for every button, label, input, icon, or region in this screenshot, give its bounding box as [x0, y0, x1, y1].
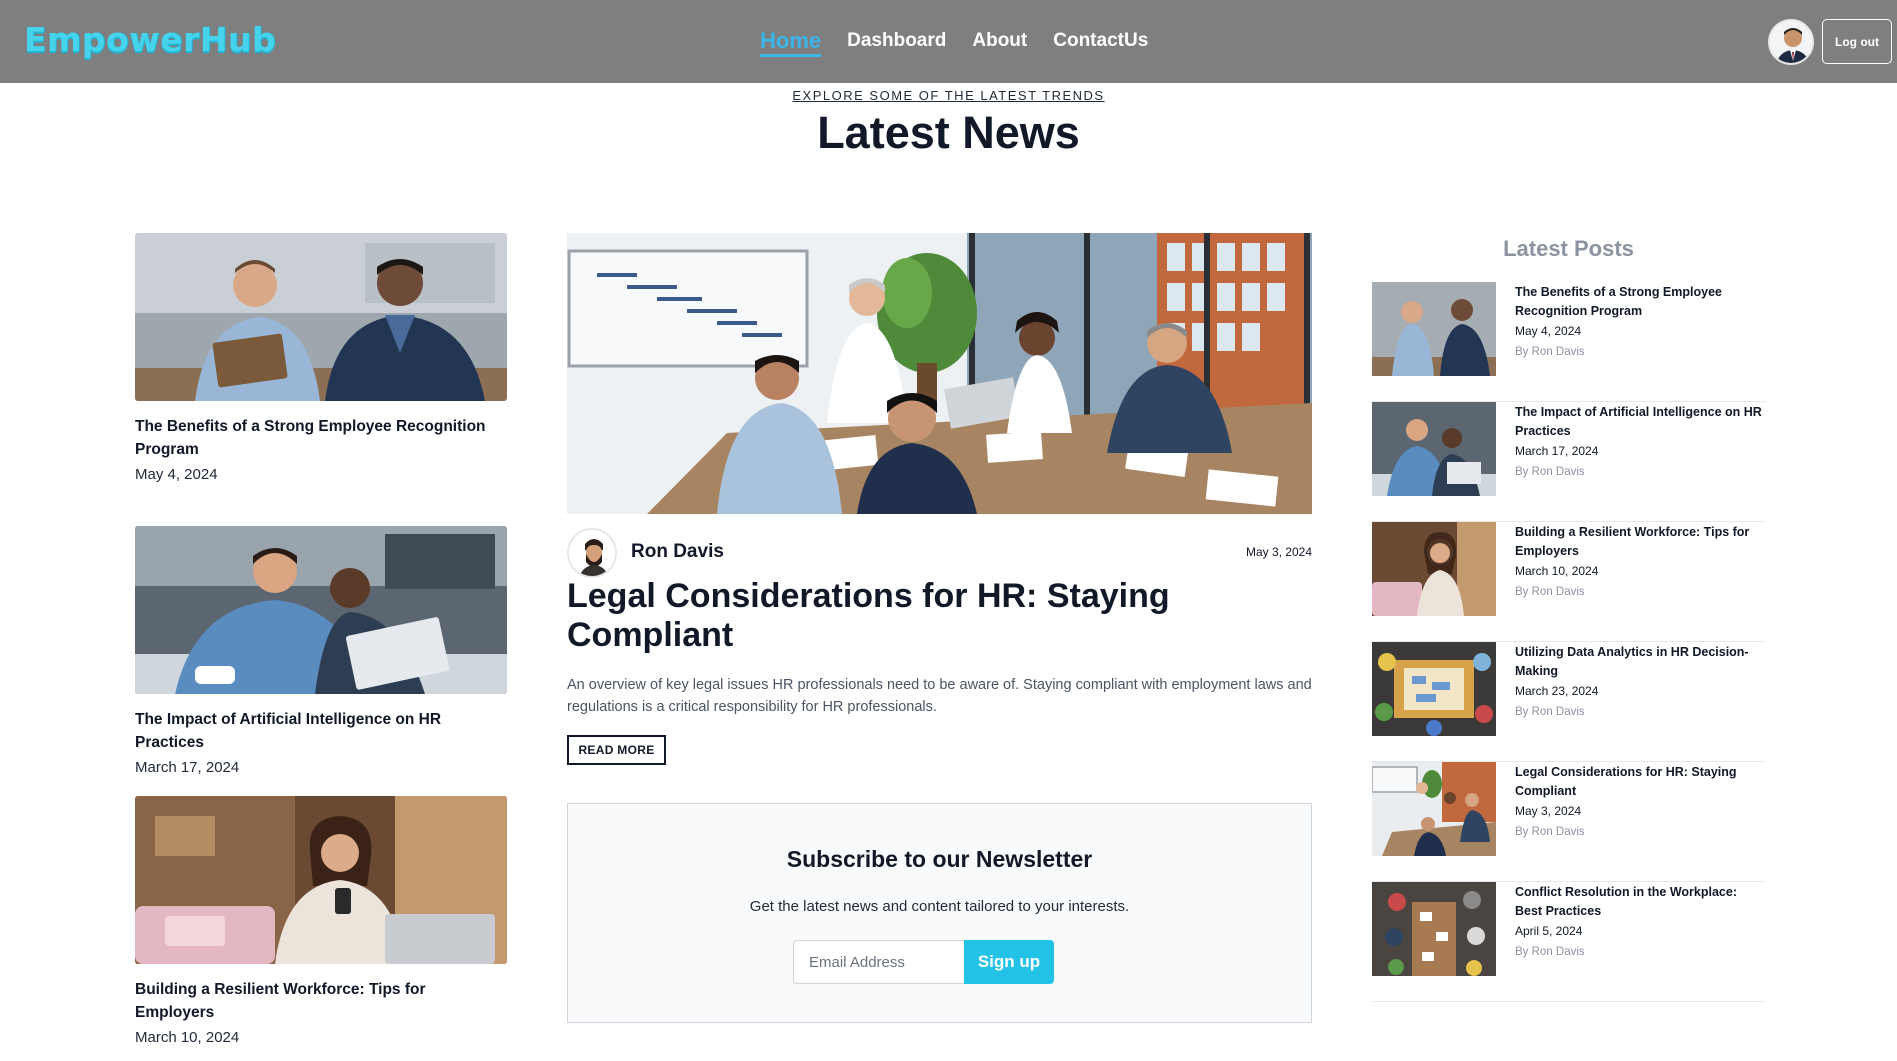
- featured-post-date: May 3, 2024: [1245, 545, 1312, 559]
- article-date: March 17, 2024: [135, 759, 240, 776]
- sidebar-post-author: By Ron Davis: [1515, 586, 1585, 598]
- sidebar-post-author: By Ron Davis: [1515, 946, 1585, 958]
- sidebar-post-thumbnail[interactable]: [1372, 402, 1496, 496]
- user-avatar[interactable]: [1768, 19, 1814, 65]
- article-title[interactable]: Building a Resilient Workforce: Tips for…: [135, 978, 507, 1024]
- sidebar-post-thumbnail[interactable]: [1372, 522, 1496, 616]
- site-logo[interactable]: EmpowerHub: [24, 20, 276, 59]
- sidebar-post: Utilizing Data Analytics in HR Decision-…: [1372, 642, 1765, 762]
- email-input[interactable]: [793, 940, 964, 984]
- sidebar-post-author: By Ron Davis: [1515, 826, 1585, 838]
- sidebar-post-author: By Ron Davis: [1515, 346, 1585, 358]
- sidebar-post-title[interactable]: Legal Considerations for HR: Staying Com…: [1515, 763, 1765, 801]
- sidebar-post-date: May 4, 2024: [1515, 324, 1582, 338]
- read-more-button[interactable]: READ MORE: [567, 735, 666, 765]
- eyebrow-text: EXPLORE SOME OF THE LATEST TRENDS: [792, 88, 1105, 103]
- sidebar-post-date: March 10, 2024: [1515, 564, 1599, 578]
- sidebar-post-title[interactable]: Building a Resilient Workforce: Tips for…: [1515, 523, 1765, 561]
- main-nav: Home Dashboard About ContactUs: [760, 28, 1148, 57]
- sidebar-post: Building a Resilient Workforce: Tips for…: [1372, 522, 1765, 642]
- featured-post-excerpt: An overview of key legal issues HR profe…: [567, 677, 1312, 715]
- sidebar-post-title[interactable]: Utilizing Data Analytics in HR Decision-…: [1515, 643, 1765, 681]
- author-name[interactable]: Ron Davis: [631, 541, 724, 563]
- article-title[interactable]: The Benefits of a Strong Employee Recogn…: [135, 415, 507, 461]
- nav-link-contactus[interactable]: ContactUs: [1053, 28, 1148, 57]
- sidebar-post-thumbnail[interactable]: [1372, 642, 1496, 736]
- author-row: Ron Davis May 3, 2024: [567, 528, 1312, 578]
- nav-link-home[interactable]: Home: [760, 28, 822, 57]
- article-thumbnail[interactable]: [135, 796, 507, 964]
- nav-link-about[interactable]: About: [972, 28, 1027, 57]
- user-avatar-image: [1770, 21, 1812, 63]
- article-title[interactable]: The Impact of Artificial Intelligence on…: [135, 708, 507, 754]
- sidebar-post-author: By Ron Davis: [1515, 706, 1585, 718]
- signup-button[interactable]: Sign up: [964, 940, 1054, 984]
- author-avatar-image: [569, 530, 615, 576]
- sidebar-post: Conflict Resolution in the Workplace: Be…: [1372, 882, 1765, 1002]
- page-title: Latest News: [817, 107, 1080, 158]
- sidebar-post-date: March 23, 2024: [1515, 684, 1599, 698]
- newsletter-title: Subscribe to our Newsletter: [786, 846, 1093, 872]
- sidebar-post: The Benefits of a Strong Employee Recogn…: [1372, 282, 1765, 402]
- sidebar-post-author: By Ron Davis: [1515, 466, 1585, 478]
- sidebar-post-date: May 3, 2024: [1515, 804, 1582, 818]
- author-avatar[interactable]: [567, 528, 617, 578]
- sidebar-post-title[interactable]: The Benefits of a Strong Employee Recogn…: [1515, 283, 1765, 321]
- sidebar-post-thumbnail[interactable]: [1372, 762, 1496, 856]
- sidebar-post: The Impact of Artificial Intelligence on…: [1372, 402, 1765, 522]
- article-date: March 10, 2024: [135, 1029, 240, 1046]
- sidebar-post-thumbnail[interactable]: [1372, 882, 1496, 976]
- sidebar-post: Legal Considerations for HR: Staying Com…: [1372, 762, 1765, 882]
- sidebar-post-date: March 17, 2024: [1515, 444, 1599, 458]
- newsletter-subtitle: Get the latest news and content tailored…: [749, 898, 1130, 915]
- left-article-card: The Benefits of a Strong Employee Recogn…: [135, 233, 507, 483]
- sidebar-post-title[interactable]: Conflict Resolution in the Workplace: Be…: [1515, 883, 1765, 921]
- nav-link-dashboard[interactable]: Dashboard: [847, 28, 946, 57]
- sidebar-post-date: April 5, 2024: [1515, 924, 1583, 938]
- left-article-card: Building a Resilient Workforce: Tips for…: [135, 796, 507, 1046]
- featured-image[interactable]: [567, 233, 1312, 514]
- article-date: May 4, 2024: [135, 466, 218, 483]
- sidebar-title: Latest Posts: [1503, 236, 1634, 261]
- newsletter-box: Subscribe to our Newsletter Get the late…: [567, 803, 1312, 1023]
- section-eyebrow: EXPLORE SOME OF THE LATEST TRENDS: [0, 88, 1897, 103]
- sidebar-post-title[interactable]: The Impact of Artificial Intelligence on…: [1515, 403, 1765, 441]
- article-thumbnail[interactable]: [135, 526, 507, 694]
- top-navbar: EmpowerHub Home Dashboard About ContactU…: [0, 0, 1897, 83]
- article-thumbnail[interactable]: [135, 233, 507, 401]
- left-article-card: The Impact of Artificial Intelligence on…: [135, 526, 507, 776]
- featured-post-title[interactable]: Legal Considerations for HR: Staying Com…: [567, 577, 1312, 655]
- logout-button[interactable]: Log out: [1822, 19, 1892, 64]
- sidebar-post-thumbnail[interactable]: [1372, 282, 1496, 376]
